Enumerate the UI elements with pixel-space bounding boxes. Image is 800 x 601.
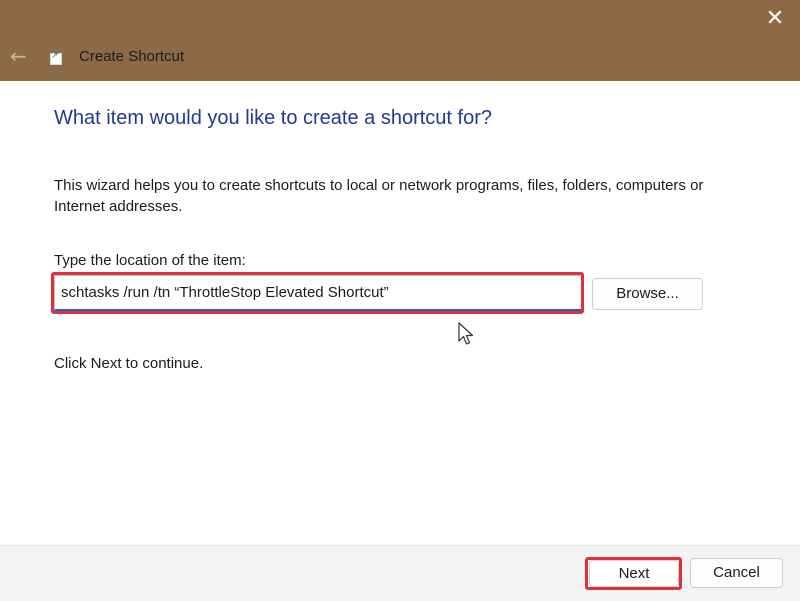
browse-button[interactable]: Browse... xyxy=(592,278,703,310)
mouse-cursor-icon xyxy=(458,322,474,345)
continue-instruction: Click Next to continue. xyxy=(54,355,204,372)
location-label: Type the location of the item: xyxy=(54,252,246,269)
page-heading: What item would you like to create a sho… xyxy=(54,107,492,129)
location-input[interactable] xyxy=(54,275,582,311)
close-icon[interactable]: ✕ xyxy=(764,8,786,30)
next-button[interactable]: Next xyxy=(589,560,679,587)
back-arrow-icon[interactable]: ← xyxy=(10,44,34,68)
shortcut-icon xyxy=(50,51,62,65)
wizard-description: This wizard helps you to create shortcut… xyxy=(54,177,704,215)
footer-bar xyxy=(0,545,800,601)
title-bar: ← Create Shortcut ✕ xyxy=(0,0,800,81)
window-title: Create Shortcut xyxy=(79,48,185,65)
cancel-button[interactable]: Cancel xyxy=(690,558,783,588)
